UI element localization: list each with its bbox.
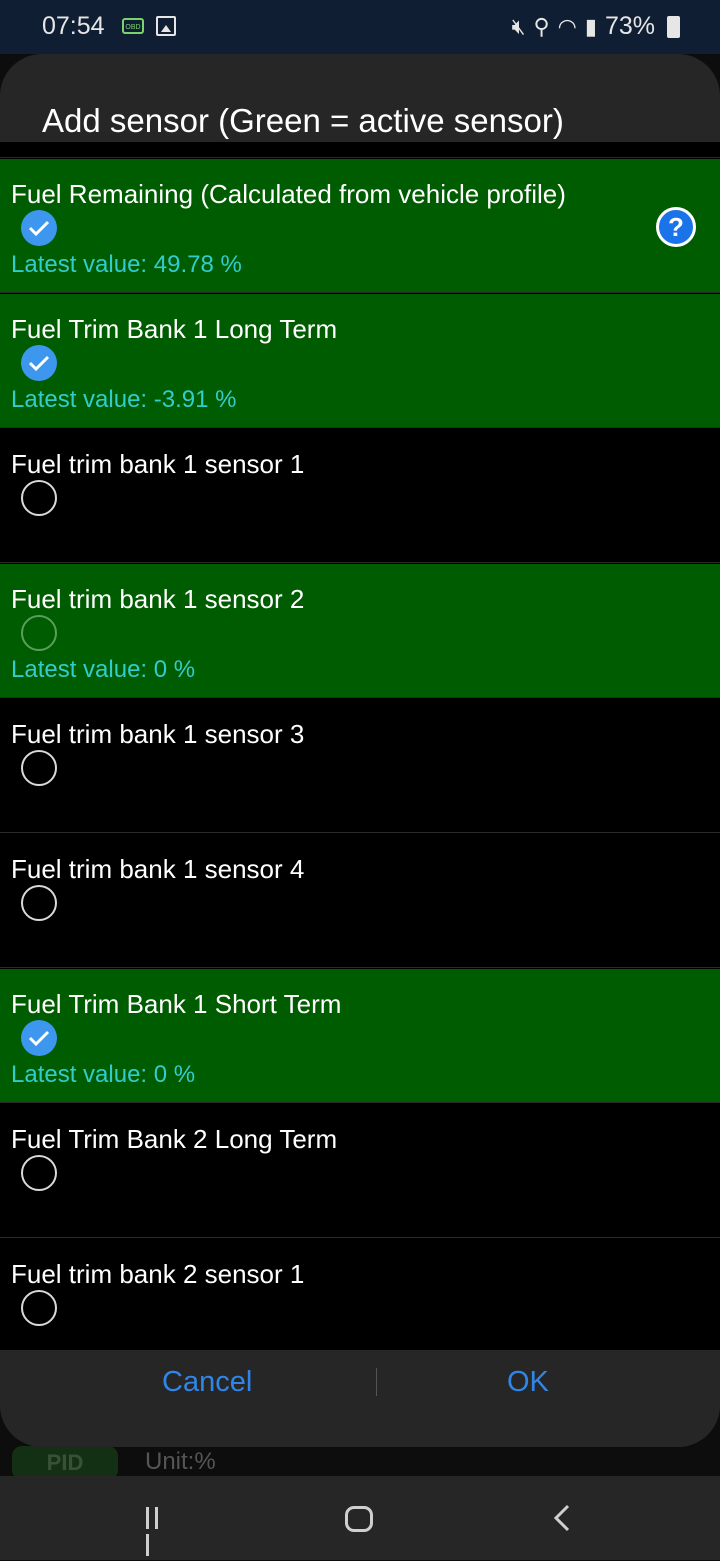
sensor-row[interactable]: Fuel trim bank 1 sensor 4 <box>0 834 720 968</box>
checkbox-unchecked[interactable] <box>21 615 57 651</box>
sensor-name: Fuel Trim Bank 1 Short Term <box>11 989 342 1019</box>
status-bar: 07:54 OBD 🔇︎ ⚲ ◠ ▮ 73% <box>0 0 720 54</box>
sensor-row[interactable]: Fuel Trim Bank 2 Long Term <box>0 1104 720 1238</box>
button-divider <box>376 1368 377 1396</box>
dialog-button-bar: Cancel OK <box>0 1350 720 1447</box>
checkmark-icon <box>28 355 50 372</box>
sensor-row[interactable]: Fuel trim bank 1 sensor 2 Latest value: 0… <box>0 564 720 698</box>
checkmark-icon <box>28 1030 50 1047</box>
sensor-row[interactable]: Fuel trim bank 1 sensor 3 <box>0 699 720 833</box>
checkbox-checked[interactable] <box>21 210 57 246</box>
navigation-bar <box>0 1476 720 1560</box>
sensor-row[interactable]: Fuel Rate (direct from ECU) <box>0 142 720 158</box>
checkbox-checked[interactable] <box>21 345 57 381</box>
background-unit-label: Unit:% <box>145 1448 216 1475</box>
back-icon[interactable] <box>552 1504 572 1532</box>
home-icon[interactable] <box>345 1506 373 1532</box>
help-icon[interactable]: ? <box>656 207 696 247</box>
signal-icon: ▮ <box>584 13 597 39</box>
background-pid-badge: PID <box>12 1446 118 1480</box>
cancel-button[interactable]: Cancel <box>162 1366 252 1399</box>
wifi-icon: ◠ <box>557 13 577 39</box>
latest-value: Latest value: -3.91 % <box>11 386 237 413</box>
sensor-row[interactable]: Fuel Trim Bank 1 Short Term Latest value:… <box>0 969 720 1103</box>
sensor-name: Fuel trim bank 2 sensor 1 <box>11 1259 305 1289</box>
image-notification-icon <box>156 16 176 36</box>
checkbox-unchecked[interactable] <box>21 480 57 516</box>
checkbox-unchecked[interactable] <box>21 750 57 786</box>
checkbox-unchecked[interactable] <box>21 885 57 921</box>
sensor-row[interactable]: Fuel Remaining (Calculated from vehicle … <box>0 159 720 293</box>
latest-value: Latest value: 0 % <box>11 656 196 683</box>
checkmark-icon <box>28 220 50 237</box>
obd-notification-icon: OBD <box>122 18 144 34</box>
latest-value: Latest value: 0 % <box>11 1061 196 1088</box>
battery-icon <box>667 15 680 38</box>
checkbox-unchecked[interactable] <box>21 1155 57 1191</box>
sensor-row[interactable]: Fuel Trim Bank 1 Long Term Latest value: … <box>0 294 720 428</box>
sensor-name: Fuel Trim Bank 2 Long Term <box>11 1124 338 1154</box>
sensor-name: Fuel trim bank 1 sensor 2 <box>11 584 305 614</box>
location-icon: ⚲ <box>533 13 550 39</box>
recent-apps-icon[interactable] <box>146 1507 172 1556</box>
sensor-row[interactable]: Fuel trim bank 1 sensor 1 <box>0 429 720 563</box>
checkbox-unchecked[interactable] <box>21 1290 57 1326</box>
add-sensor-dialog: Add sensor (Green = active sensor) Fuel … <box>0 54 720 1447</box>
sensor-name: Fuel Remaining (Calculated from vehicle … <box>11 179 566 209</box>
sensor-name: Fuel trim bank 1 sensor 4 <box>11 854 305 884</box>
status-icons: 🔇︎ ⚲ ◠ ▮ 73% <box>512 12 680 41</box>
dialog-title: Add sensor (Green = active sensor) <box>42 102 564 139</box>
ok-button[interactable]: OK <box>507 1366 549 1399</box>
sensor-list[interactable]: Fuel Rate (direct from ECU) Fuel Remainin… <box>0 142 720 1350</box>
sensor-name: Fuel Trim Bank 1 Long Term <box>11 314 338 344</box>
battery-percent: 73% <box>604 12 655 40</box>
sensor-name: Fuel trim bank 1 sensor 1 <box>11 449 305 479</box>
sensor-name: Fuel trim bank 1 sensor 3 <box>11 719 305 749</box>
latest-value: Latest value: 49.78 % <box>11 251 242 278</box>
checkbox-checked[interactable] <box>21 1020 57 1056</box>
sensor-row[interactable]: Fuel trim bank 2 sensor 1 <box>0 1239 720 1350</box>
mute-icon: 🔇︎ <box>511 13 526 39</box>
status-time: 07:54 <box>42 12 105 40</box>
